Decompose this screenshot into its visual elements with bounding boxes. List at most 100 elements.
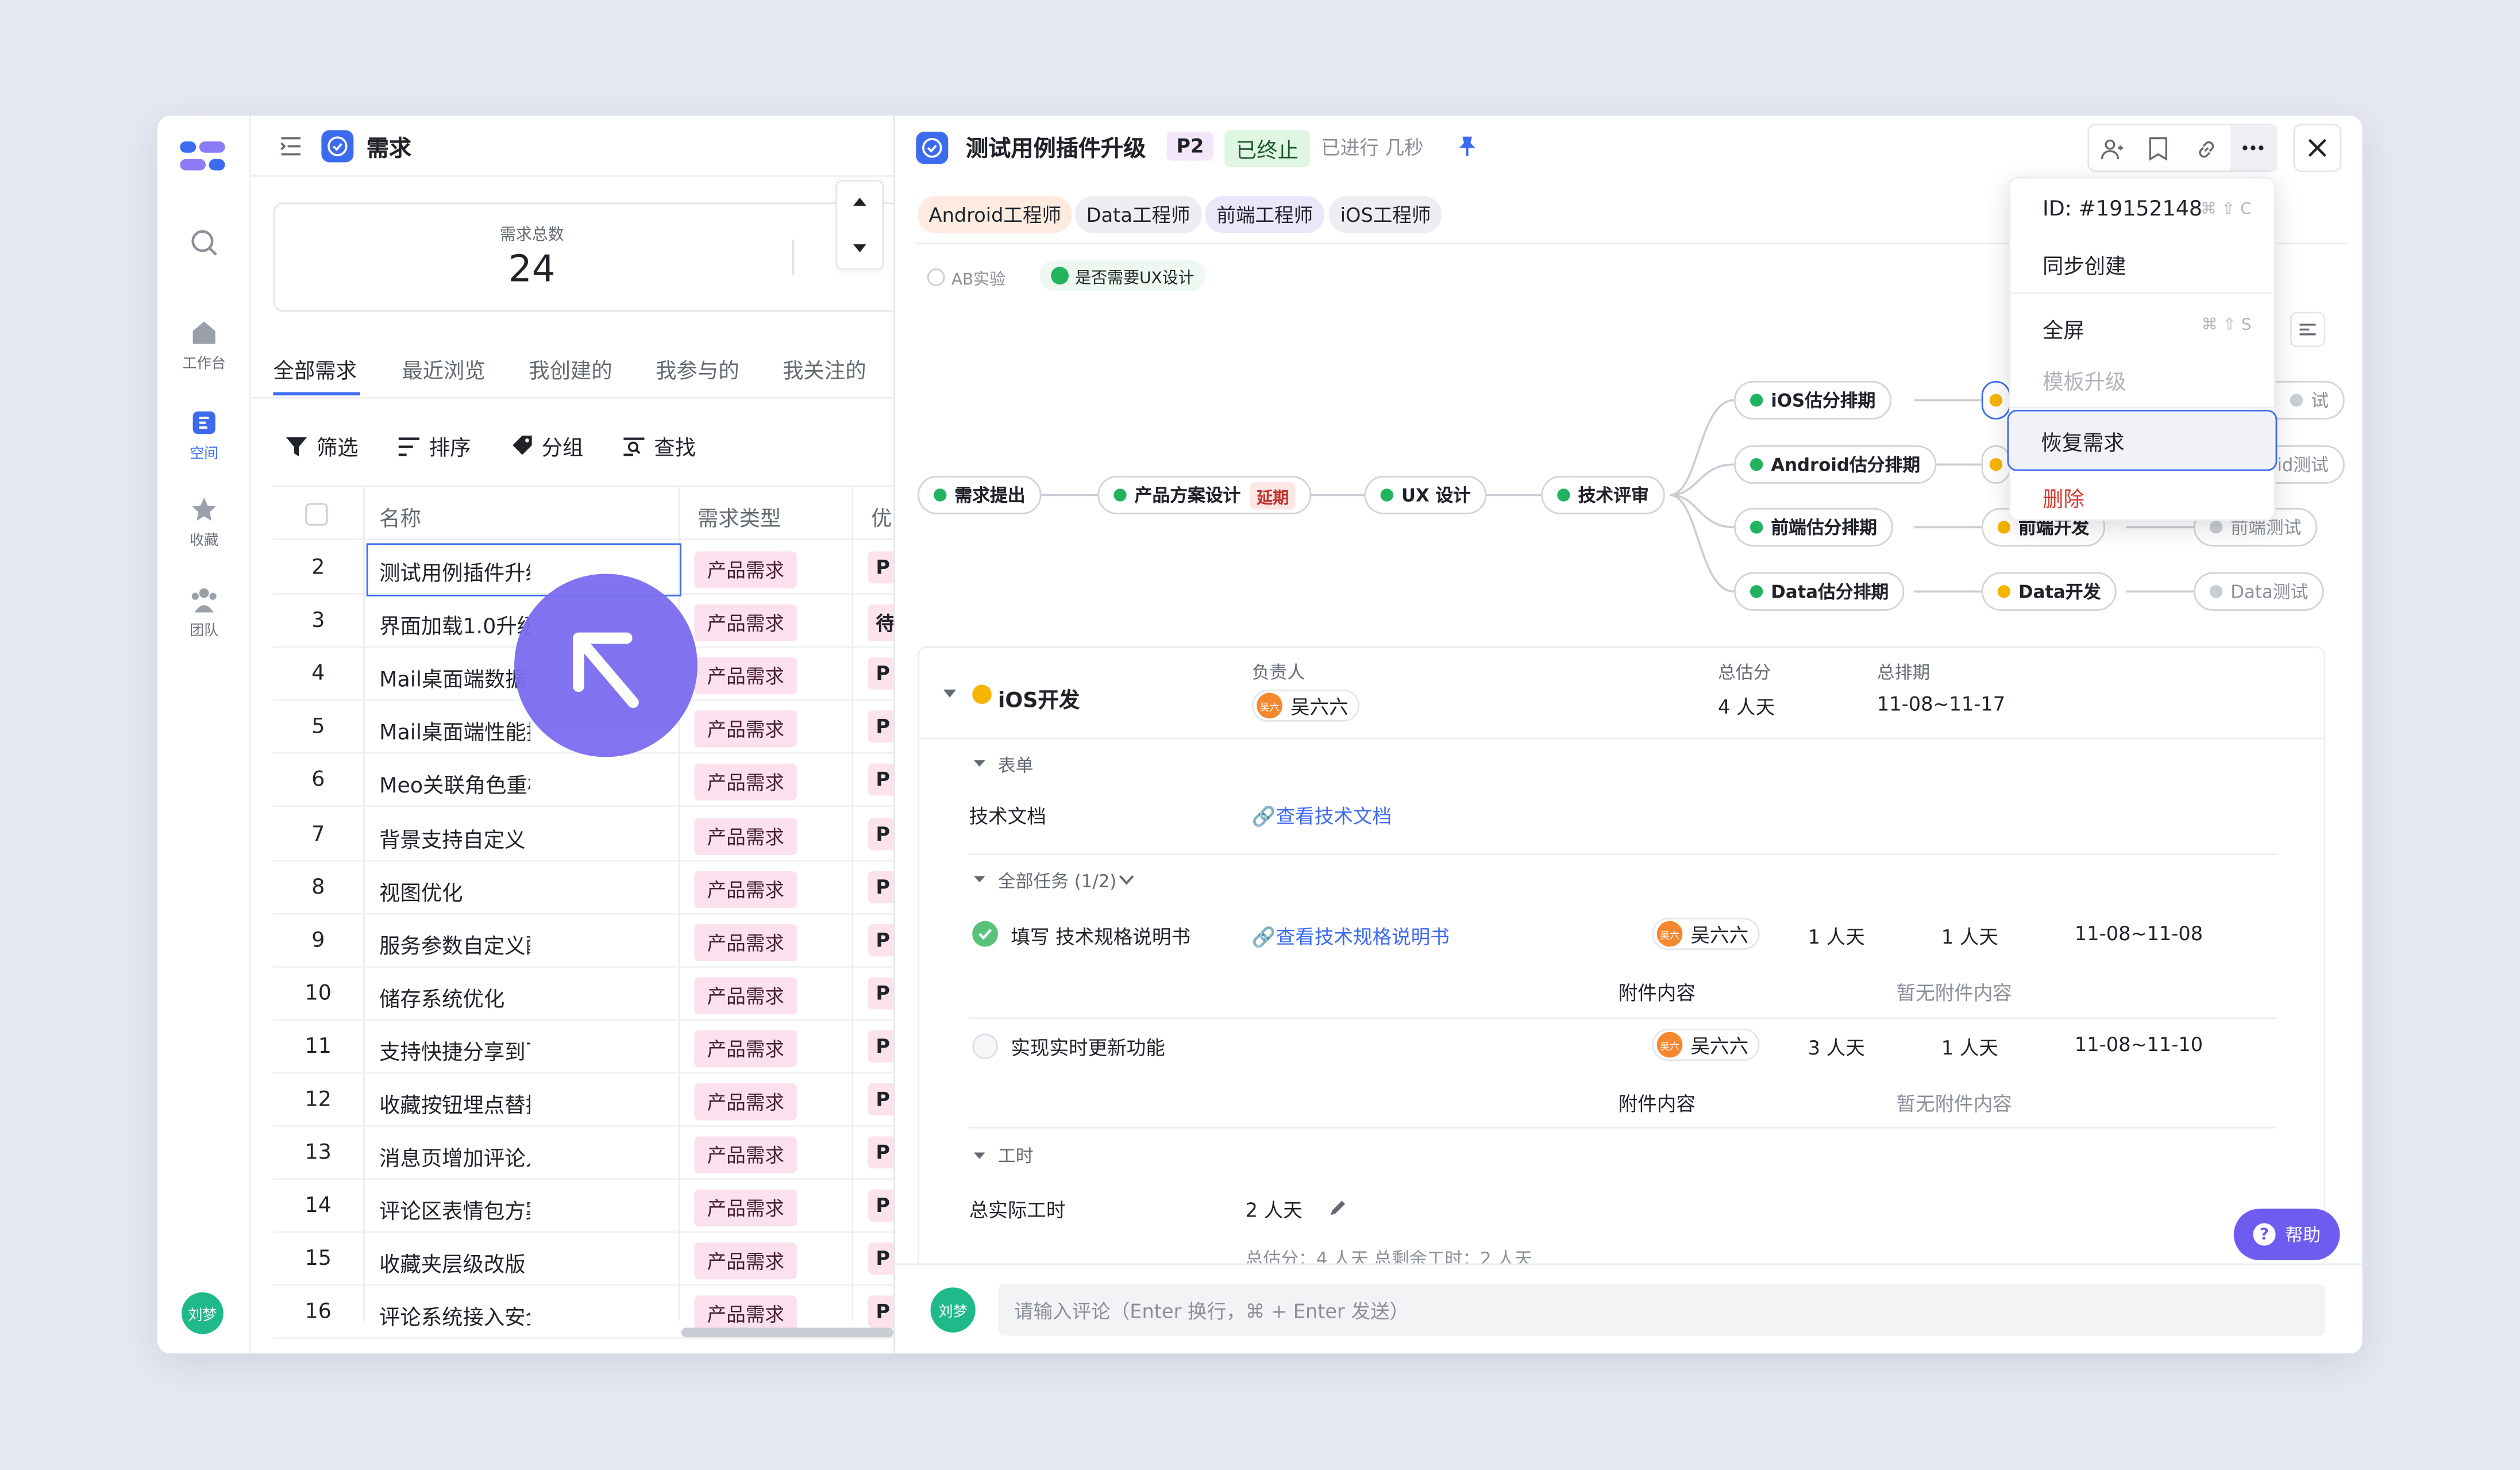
table-row[interactable]: 11 支持快捷分享到飞书 产品需求 P — [273, 1021, 894, 1074]
arrow-down-icon[interactable] — [851, 243, 868, 255]
requirement-name[interactable]: 支持快捷分享到飞书 — [379, 1035, 530, 1065]
comment-input[interactable]: 请输入评论（Enter 换行，⌘ + Enter 发送） — [997, 1284, 2326, 1336]
bookmark-icon[interactable] — [2149, 137, 2168, 161]
tasks-title[interactable]: 全部任务 (1/2) — [998, 868, 1116, 894]
chevron-down-icon[interactable] — [942, 688, 958, 699]
nav-favorites[interactable]: 收藏 — [157, 495, 251, 550]
workflow-node[interactable]: Data估分排期 — [1733, 572, 1905, 611]
menu-item-id[interactable]: ID: #19152148 — [2043, 198, 2202, 222]
more-button[interactable] — [2230, 125, 2278, 171]
table-row[interactable]: 15 收藏夹层级改版 产品需求 P — [273, 1233, 894, 1287]
horizontal-scrollbar[interactable] — [681, 1327, 894, 1338]
priority-tag[interactable]: P — [868, 1083, 894, 1116]
column-header[interactable]: 优 — [871, 502, 892, 532]
tab-followed[interactable]: 我关注的 — [783, 353, 866, 384]
workflow-node[interactable]: Data测试 — [2193, 572, 2325, 611]
ab-test-check[interactable]: AB实验 — [927, 265, 1005, 289]
priority-tag[interactable]: P — [868, 977, 894, 1009]
filter-button[interactable]: 筛选 — [286, 431, 359, 461]
arrow-up-icon[interactable] — [851, 194, 868, 207]
requirement-name[interactable]: 收藏按钮埋点替换 — [379, 1088, 530, 1119]
table-row[interactable]: 6 Meo关联角色重构 产品需求 P — [273, 755, 894, 808]
table-row[interactable]: 10 储存系统优化 产品需求 P — [273, 967, 894, 1021]
close-button[interactable] — [2293, 124, 2342, 172]
workflow-node-partial[interactable] — [1981, 380, 2011, 420]
task-owner-chip[interactable]: 吴六 吴六六 — [1652, 918, 1760, 951]
priority-tag[interactable]: P — [868, 923, 894, 956]
table-row[interactable]: 12 收藏按钮埋点替换 产品需求 P — [273, 1073, 894, 1127]
role-tag[interactable]: Android工程师 — [918, 196, 1073, 233]
priority-tag[interactable]: P — [868, 1242, 894, 1275]
priority-tag[interactable]: P — [868, 657, 894, 690]
priority-tag[interactable]: P — [868, 1030, 894, 1063]
status-badge[interactable]: 已终止 — [1224, 130, 1310, 167]
role-tag[interactable]: Data工程师 — [1075, 196, 1202, 233]
type-tag[interactable]: 产品需求 — [694, 1030, 797, 1067]
workflow-node-partial[interactable] — [1981, 445, 2011, 484]
chevron-down-icon[interactable] — [972, 875, 987, 884]
collapse-sidebar-icon[interactable] — [280, 137, 302, 156]
user-avatar[interactable]: 刘梦 — [182, 1292, 224, 1334]
type-tag[interactable]: 产品需求 — [694, 764, 797, 801]
requirement-name[interactable]: Mail桌面端数据 — [379, 663, 530, 693]
workflow-node[interactable]: iOS估分排期 — [1733, 380, 1892, 420]
sort-button[interactable]: 排序 — [398, 431, 471, 461]
role-tag[interactable]: 前端工程师 — [1205, 196, 1324, 233]
priority-tag[interactable]: 待 — [868, 604, 894, 642]
type-tag[interactable]: 产品需求 — [694, 817, 797, 855]
menu-item-sync-create[interactable]: 同步创建 — [2043, 249, 2126, 280]
task-todo-icon[interactable] — [972, 1033, 998, 1060]
nav-space[interactable]: 空间 — [157, 408, 251, 463]
select-all-checkbox[interactable] — [305, 503, 328, 526]
workflow-node[interactable]: UX 设计 — [1364, 475, 1487, 515]
requirement-name[interactable]: 背景支持自定义 — [379, 822, 530, 853]
priority-badge[interactable]: P2 — [1166, 132, 1214, 161]
tab-recent[interactable]: 最近浏览 — [402, 353, 485, 384]
menu-item-delete[interactable]: 删除 — [2043, 482, 2084, 513]
task-link[interactable]: 🔗查看技术规格说明书 — [1252, 922, 1450, 950]
type-tag[interactable]: 产品需求 — [694, 657, 797, 695]
chevron-down-icon[interactable] — [1119, 875, 1135, 886]
app-logo[interactable] — [180, 138, 228, 183]
menu-item-restore[interactable]: 恢复需求 — [2007, 410, 2278, 471]
type-tag[interactable]: 产品需求 — [694, 551, 797, 588]
role-tag[interactable]: iOS工程师 — [1329, 196, 1443, 233]
help-button[interactable]: ? 帮助 — [2233, 1209, 2340, 1260]
priority-tag[interactable]: P — [868, 1296, 894, 1329]
priority-tag[interactable]: P — [868, 1190, 894, 1222]
table-row[interactable]: 14 评论区表情包方案改造 产品需求 P — [273, 1180, 894, 1233]
type-tag[interactable]: 产品需求 — [694, 711, 797, 748]
table-row[interactable]: 9 服务参数自定义配置 产品需求 P — [273, 914, 894, 967]
priority-tag[interactable]: P — [868, 817, 894, 850]
task-name[interactable]: 实现实时更新功能 — [1011, 1033, 1165, 1061]
requirement-name[interactable]: 服务参数自定义配置 — [379, 929, 530, 959]
tab-joined[interactable]: 我参与的 — [656, 353, 739, 384]
table-row[interactable]: 13 消息页增加评论入口 产品需求 P — [273, 1127, 894, 1180]
requirement-name[interactable]: 评论区表情包方案改造 — [379, 1195, 530, 1225]
nav-workbench[interactable]: 工作台 — [157, 318, 251, 373]
type-tag[interactable]: 产品需求 — [694, 923, 797, 961]
edit-icon[interactable] — [1327, 1198, 1348, 1218]
priority-tag[interactable]: P — [868, 551, 894, 584]
type-tag[interactable]: 产品需求 — [694, 1136, 797, 1174]
type-tag[interactable]: 产品需求 — [694, 1190, 797, 1227]
priority-tag[interactable]: P — [868, 764, 894, 796]
pin-icon[interactable] — [1458, 135, 1477, 157]
detail-title[interactable]: 测试用例插件升级 — [966, 132, 1146, 164]
type-tag[interactable]: 产品需求 — [694, 604, 797, 642]
workflow-node[interactable]: Data开发 — [1981, 572, 2117, 611]
requirement-name[interactable]: 储存系统优化 — [379, 982, 530, 1013]
doc-link[interactable]: 🔗查看技术文档 — [1252, 802, 1392, 830]
type-tag[interactable]: 产品需求 — [694, 1083, 797, 1121]
priority-tag[interactable]: P — [868, 711, 894, 744]
workflow-node[interactable]: 产品方案设计 延期 — [1097, 475, 1312, 515]
ux-design-check[interactable]: 是否需要UX设计 — [1039, 260, 1206, 291]
members-icon[interactable] — [2101, 138, 2125, 161]
find-button[interactable]: 查找 — [623, 431, 696, 461]
requirement-name[interactable]: Mail桌面端性能提 — [379, 715, 530, 746]
menu-item-fullscreen[interactable]: 全屏 — [2043, 313, 2084, 344]
scroll-stepper[interactable] — [835, 180, 884, 270]
requirement-name[interactable]: 评论系统接入安全中台 — [379, 1301, 530, 1332]
requirement-name[interactable]: 消息页增加评论入口 — [379, 1141, 530, 1172]
section-title[interactable]: iOS开发 — [998, 683, 1080, 714]
